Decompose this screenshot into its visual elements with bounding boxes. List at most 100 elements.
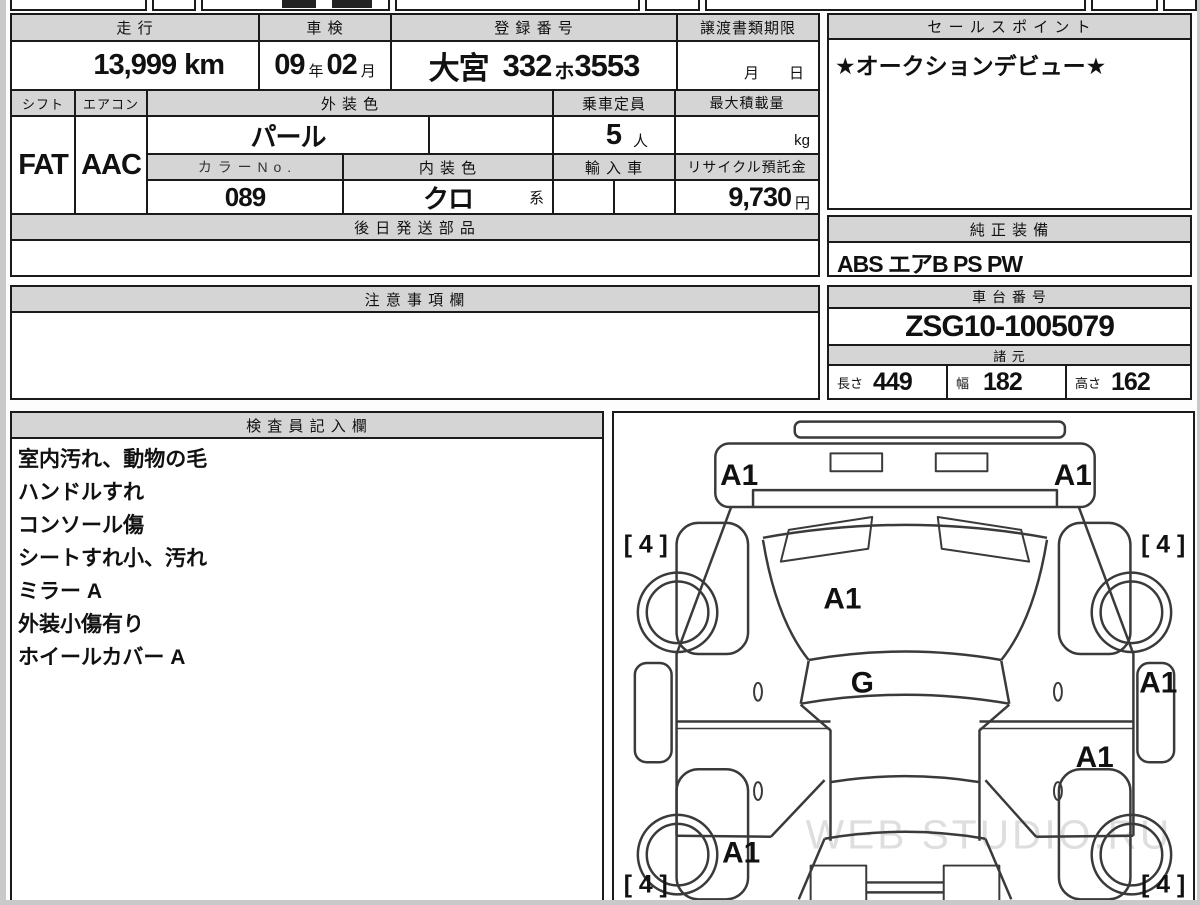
auction-sheet-page: { "top_table": { "mileage_label": "走 行",… [0,0,1200,900]
interior-color-header: 内 装 色 [344,155,554,181]
height-label: 高さ [1075,373,1101,392]
transfer-docs-header: 譲渡書類期限 [678,15,818,42]
chassis-value-cell: ZSG10-1005079 [829,309,1190,346]
transfer-month-unit: 月 [744,62,759,83]
later-parts-header-label: 後 日 発 送 部 品 [354,217,476,238]
inspection-value-cell: 09 年 02 月 [260,42,392,91]
mark-wheel-fr: [ 4 ] [1141,532,1185,559]
inspection-header: 車 検 [260,15,392,42]
caution-header: 注 意 事 項 欄 [12,287,818,313]
sales-point-value: ★オークションデビュー★ [835,47,1106,81]
inspector-note: 外装小傷有り [18,608,207,641]
damage-diagram-box: WEB STUDIO.RU [612,411,1195,900]
mark-front-right: A1 [1054,459,1092,492]
dimensions-header-label: 諸 元 [993,346,1026,365]
import-empty-cell-2 [615,181,676,215]
capacity-value-cell: 5 人 [554,117,676,155]
registration-header-label: 登 録 番 号 [494,17,574,38]
inspector-note: ミラー A [18,575,207,608]
inspector-notes: 室内汚れ、動物の毛 ハンドルすれ コンソール傷 シートすれ小、汚れ ミラー A … [18,443,207,674]
mileage-value: 13,999 [93,49,176,82]
length-value: 449 [873,368,912,397]
height-cell: 高さ 162 [1067,366,1190,398]
transfer-docs-value-cell: 月 日 [678,42,818,91]
registration-kana: ホ [554,55,573,84]
inspector-note: シートすれ小、汚れ [18,542,207,575]
inspection-header-label: 車 検 [306,17,343,38]
chassis-header: 車 台 番 号 [829,287,1190,309]
registration-city: 大宮 [429,43,489,88]
later-parts-header: 後 日 発 送 部 品 [12,215,818,241]
mark-door-right: A1 [1076,741,1114,774]
chassis-box: 車 台 番 号 ZSG10-1005079 諸 元 長さ 449 幅 182 高… [827,285,1192,400]
chassis-number: ZSG10-1005079 [905,310,1114,344]
aircon-value-cell: AAC [76,117,148,215]
length-cell: 長さ 449 [829,366,948,398]
width-value: 182 [983,368,1022,397]
color-no-value: 089 [225,182,265,213]
mark-hood: A1 [823,582,861,615]
inspector-note: ハンドルすれ [18,476,207,509]
later-parts-value-cell [12,241,818,275]
recycle-header-label: リサイクル預託金 [687,157,806,177]
mark-wheel-rr: [ 4 ] [1141,871,1185,898]
length-label: 長さ [837,373,863,392]
mileage-unit: km [184,49,224,82]
inspector-note: 室内汚れ、動物の毛 [18,443,207,476]
capacity-header-label: 乗車定員 [582,93,646,114]
shift-value: FAT [18,149,68,182]
mileage-header: 走 行 [12,15,260,42]
registration-header: 登 録 番 号 [392,15,678,42]
dimensions-header: 諸 元 [829,346,1190,366]
shift-header-label: シフト [22,94,64,113]
inspector-header-label: 検 査 員 記 入 欄 [246,415,368,436]
max-load-header: 最大積載量 [676,91,818,117]
shift-value-cell: FAT [12,117,76,215]
recycle-header: リサイクル預託金 [676,155,818,181]
import-header: 輸 入 車 [554,155,676,181]
max-load-value-cell: kg [676,117,818,155]
exterior-color-header: 外 装 色 [148,91,554,117]
mark-rear-left: A1 [722,837,760,870]
equipment-header-label: 純 正 装 備 [970,219,1050,240]
registration-value-cell: 大宮 332 ホ 3553 [392,42,678,91]
width-cell: 幅 182 [948,366,1067,398]
recycle-value-cell: 9,730 円 [676,181,818,215]
capacity-header: 乗車定員 [554,91,676,117]
registration-number: 3553 [574,48,639,84]
inspection-year-unit: 年 [308,60,323,81]
aircon-header: エアコン [76,91,148,117]
inspector-header: 検 査 員 記 入 欄 [12,413,602,439]
mark-glass: G [851,667,874,700]
equipment-header: 純 正 装 備 [829,217,1190,243]
inspector-note: コンソール傷 [18,509,207,542]
inspection-month-unit: 月 [361,60,376,81]
max-load-unit: kg [794,132,810,149]
color-no-header-label: カ ラ ー N o . [198,157,292,177]
import-header-label: 輸 入 車 [585,157,643,178]
caution-header-label: 注 意 事 項 欄 [365,289,466,310]
chassis-header-label: 車 台 番 号 [972,287,1047,307]
equipment-value: ABS エアB PS PW [837,245,1022,279]
mileage-header-label: 走 行 [116,17,153,38]
inspection-year: 09 [274,49,304,82]
equipment-box: 純 正 装 備 ABS エアB PS PW [827,215,1192,277]
color-no-value-cell: 089 [148,181,344,215]
mark-front-left: A1 [720,459,758,492]
main-spec-table: 走 行 車 検 登 録 番 号 譲渡書類期限 13,999 km 09 年 02… [10,13,820,277]
inspector-box: 検 査 員 記 入 欄 室内汚れ、動物の毛 ハンドルすれ コンソール傷 シートす… [10,411,604,900]
interior-color-value-cell: クロ 系 [344,181,554,215]
sales-point-box: セ ー ル ス ポ イ ン ト ★オークションデビュー★ [827,13,1192,210]
inspection-month: 02 [327,49,357,82]
mark-side-right: A1 [1139,667,1177,700]
color-no-header: カ ラ ー N o . [148,155,344,181]
recycle-value: 9,730 [728,182,791,213]
sales-point-header-label: セ ー ル ス ポ イ ン ト [927,16,1091,37]
mark-wheel-rl: [ 4 ] [624,871,668,898]
shift-header: シフト [12,91,76,117]
registration-class: 332 [503,48,552,84]
car-top-view-diagram: WEB STUDIO.RU [614,413,1193,900]
exterior-color-header-label: 外 装 色 [321,93,379,114]
height-value: 162 [1111,368,1150,397]
exterior-color-value: パール [250,117,325,154]
